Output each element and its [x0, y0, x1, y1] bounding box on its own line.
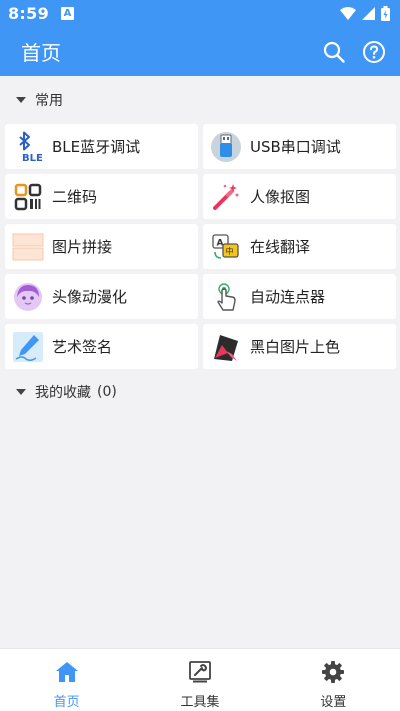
nav-toolbox[interactable]: 工具集 — [133, 649, 266, 711]
tool-label: 图片拼接 — [52, 238, 113, 256]
tool-card-usb[interactable]: USB串口调试 — [203, 124, 396, 169]
tool-card-art-signature[interactable]: 艺术签名 — [5, 324, 198, 369]
expand-triangle-icon — [16, 389, 26, 395]
tool-label: 黑白图片上色 — [250, 338, 341, 356]
status-icons — [340, 6, 390, 21]
tool-label: 自动连点器 — [250, 288, 326, 306]
signature-pen-icon — [12, 331, 44, 363]
expand-triangle-icon — [16, 97, 26, 103]
section-favorites-toggle[interactable]: 我的收藏 (0) — [16, 382, 117, 402]
tool-label: 艺术签名 — [52, 338, 113, 356]
home-icon — [54, 659, 80, 685]
svg-text:BLE: BLE — [22, 153, 43, 163]
tool-label: 二维码 — [52, 188, 98, 206]
anime-avatar-icon — [12, 281, 44, 313]
wifi-icon — [340, 7, 356, 20]
nav-home[interactable]: 首页 — [0, 649, 133, 711]
help-icon — [363, 40, 385, 63]
tool-card-translate[interactable]: A 中 在线翻译 — [203, 224, 396, 269]
tool-label: 人像抠图 — [250, 188, 311, 206]
nav-label: 设置 — [320, 695, 347, 710]
gear-icon — [320, 659, 346, 685]
bottom-nav: 首页 工具集 设置 — [0, 648, 400, 711]
tool-label: USB串口调试 — [250, 138, 341, 156]
search-icon — [323, 41, 345, 63]
battery-icon — [381, 6, 390, 21]
favorites-count: (0) — [97, 384, 117, 400]
tool-card-image-collage[interactable]: 图片拼接 — [5, 224, 198, 269]
help-button[interactable] — [362, 40, 386, 64]
nav-label: 首页 — [53, 695, 80, 710]
search-button[interactable] — [322, 40, 346, 64]
tap-icon — [210, 281, 242, 313]
nav-label: 工具集 — [180, 695, 220, 710]
section-favorites-label: 我的收藏 — [35, 385, 91, 401]
bluetooth-icon: BLE — [12, 131, 44, 163]
section-common-toggle[interactable]: 常用 — [16, 90, 63, 110]
tool-label: 头像动漫化 — [52, 288, 128, 306]
tool-label: BLE蓝牙调试 — [52, 138, 141, 156]
tool-card-ble[interactable]: BLE BLE蓝牙调试 — [5, 124, 198, 169]
tool-grid: BLE BLE蓝牙调试 USB串口调试 二维码 人像抠图 图片拼接 A 中 在线… — [5, 124, 396, 369]
magic-wand-icon — [210, 181, 242, 213]
image-collage-icon — [12, 231, 44, 263]
tool-card-colorize[interactable]: 黑白图片上色 — [203, 324, 396, 369]
svg-text:中: 中 — [226, 246, 234, 256]
page-title: 首页 — [21, 41, 61, 65]
translate-icon: A 中 — [210, 231, 242, 263]
tool-card-auto-clicker[interactable]: 自动连点器 — [203, 274, 396, 319]
tool-card-qrcode[interactable]: 二维码 — [5, 174, 198, 219]
nav-settings[interactable]: 设置 — [267, 649, 400, 711]
colorize-icon — [210, 331, 242, 363]
app-bar: 首页 — [0, 27, 400, 76]
section-common-label: 常用 — [35, 93, 63, 109]
tool-card-portrait-cutout[interactable]: 人像抠图 — [203, 174, 396, 219]
signal-icon — [362, 7, 375, 20]
status-time: 8:59 — [8, 4, 49, 23]
notification-icon: A — [61, 7, 74, 20]
tool-card-anime-avatar[interactable]: 头像动漫化 — [5, 274, 198, 319]
status-bar: 8:59 A — [0, 0, 400, 27]
usb-icon — [210, 131, 242, 163]
toolbox-icon — [187, 659, 213, 685]
tool-label: 在线翻译 — [250, 238, 311, 256]
qrcode-icon — [12, 181, 44, 213]
